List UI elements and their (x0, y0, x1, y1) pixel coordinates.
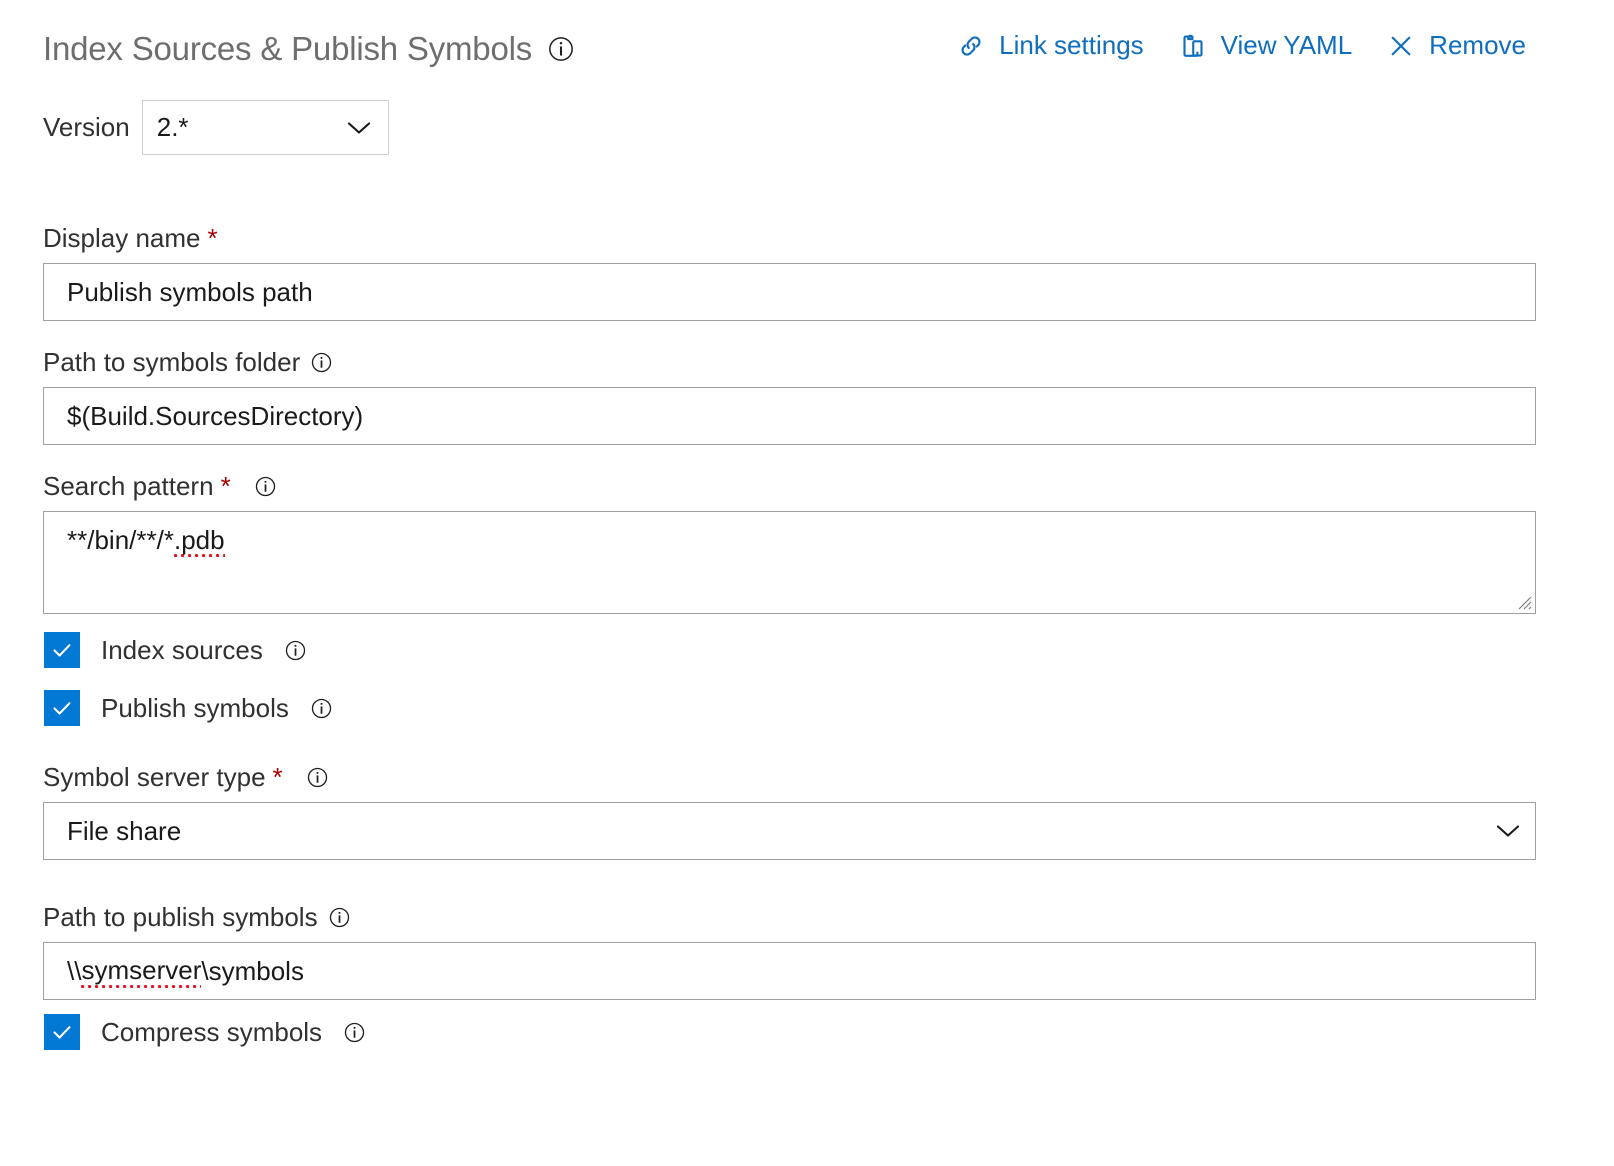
compress-symbols-label: Compress symbols (101, 1017, 322, 1048)
info-icon[interactable] (344, 1022, 365, 1043)
field-path-to-publish-symbols: Path to publish symbols \\symserver\symb… (0, 904, 1614, 1000)
search-pattern-value: **/bin/**/* (67, 525, 174, 555)
clipboard-icon (1178, 31, 1208, 61)
info-icon[interactable] (311, 352, 332, 373)
panel-header: Index Sources & Publish Symbols (0, 0, 1614, 92)
index-sources-label: Index sources (101, 635, 263, 666)
required-asterisk: * (208, 225, 218, 251)
chevron-down-icon (346, 120, 372, 136)
info-icon[interactable] (329, 907, 350, 928)
required-asterisk: * (273, 764, 283, 790)
field-search-pattern: Search pattern * **/bin/**/*.pdb (0, 473, 1614, 614)
info-icon[interactable] (255, 476, 276, 497)
page-title-row: Index Sources & Publish Symbols (43, 30, 574, 68)
field-compress-symbols: Compress symbols (44, 1014, 1614, 1050)
view-yaml-label: View YAML (1221, 30, 1353, 61)
link-icon (956, 31, 986, 61)
field-index-sources: Index sources (44, 632, 1614, 668)
chevron-down-icon (1495, 823, 1521, 839)
path-to-publish-symbols-input[interactable]: \\symserver\symbols (43, 942, 1536, 1000)
version-row: Version 2.* (43, 100, 389, 155)
path-to-symbols-folder-value: $(Build.SourcesDirectory) (67, 401, 363, 432)
index-sources-checkbox[interactable] (44, 632, 80, 668)
info-icon[interactable] (285, 640, 306, 661)
link-settings-button[interactable]: Link settings (956, 30, 1144, 61)
path-to-publish-symbols-suffix: \symbols (201, 956, 304, 987)
close-x-icon (1386, 31, 1416, 61)
version-label: Version (43, 112, 130, 143)
header-toolbar: Link settings View YAML (956, 30, 1526, 61)
task-form: Display name * Publish symbols path Path… (0, 225, 1614, 1050)
field-display-name: Display name * Publish symbols path (0, 225, 1614, 321)
path-to-publish-symbols-prefix: \\ (67, 956, 81, 987)
info-icon[interactable] (548, 36, 574, 62)
search-pattern-textarea[interactable]: **/bin/**/*.pdb (43, 511, 1536, 614)
publish-symbols-label: Publish symbols (101, 693, 289, 724)
path-to-publish-symbols-label: Path to publish symbols (43, 904, 1614, 930)
display-name-input[interactable]: Publish symbols path (43, 263, 1536, 321)
publish-symbols-checkbox[interactable] (44, 690, 80, 726)
symbol-server-type-select[interactable]: File share (43, 802, 1536, 860)
compress-symbols-checkbox[interactable] (44, 1014, 80, 1050)
symbol-server-type-label: Symbol server type * (43, 764, 1614, 790)
version-value: 2.* (157, 112, 189, 143)
field-publish-symbols: Publish symbols (44, 690, 1614, 726)
display-name-value: Publish symbols path (67, 277, 313, 308)
display-name-label: Display name * (43, 225, 1614, 251)
version-select[interactable]: 2.* (142, 100, 389, 155)
symbol-server-type-value: File share (67, 816, 181, 847)
info-icon[interactable] (307, 767, 328, 788)
view-yaml-button[interactable]: View YAML (1178, 30, 1353, 61)
required-asterisk: * (221, 473, 231, 499)
link-settings-label: Link settings (999, 30, 1144, 61)
search-pattern-label: Search pattern * (43, 473, 1614, 499)
path-to-publish-symbols-misspelled: symserver (81, 955, 201, 988)
field-symbol-server-type: Symbol server type * File share (0, 764, 1614, 860)
search-pattern-value-misspelled: .pdb (174, 525, 225, 557)
field-path-to-symbols-folder: Path to symbols folder $(Build.SourcesDi… (0, 349, 1614, 445)
path-to-symbols-folder-label: Path to symbols folder (43, 349, 1614, 375)
remove-label: Remove (1429, 30, 1526, 61)
info-icon[interactable] (311, 698, 332, 719)
page-title: Index Sources & Publish Symbols (43, 30, 532, 68)
path-to-symbols-folder-input[interactable]: $(Build.SourcesDirectory) (43, 387, 1536, 445)
task-editor-panel: Index Sources & Publish Symbols (0, 0, 1614, 1166)
remove-button[interactable]: Remove (1386, 30, 1526, 61)
resize-handle-icon[interactable] (1513, 591, 1533, 611)
